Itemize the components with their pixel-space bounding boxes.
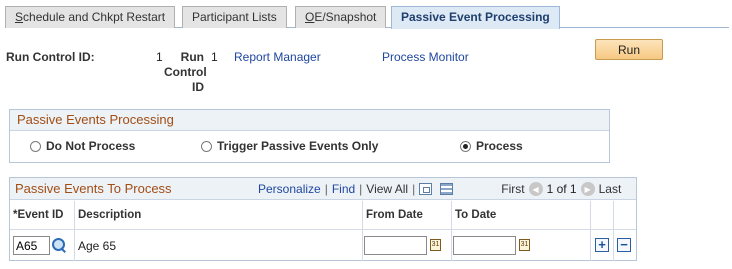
run-control-id-value: 1 <box>156 50 163 64</box>
calendar-icon[interactable]: 31 <box>519 239 530 251</box>
previous-arrow-icon[interactable]: ◀ <box>528 182 543 196</box>
next-arrow-icon[interactable]: ▶ <box>580 182 595 196</box>
passive-events-grid: Passive Events To Process Personalize | … <box>9 177 637 261</box>
nav-separator: | <box>359 182 363 196</box>
tab-label: chedule and Chkpt Restart <box>23 10 166 24</box>
run-control-id-secondary-value: 1 <box>211 50 218 64</box>
tab-bar: Schedule and Chkpt Restart Participant L… <box>5 6 729 29</box>
run-control-id-label-secondary-2: Control <box>164 65 207 79</box>
grid-header: Passive Events To Process Personalize | … <box>10 178 636 200</box>
personalize-link[interactable]: Personalize <box>258 182 321 196</box>
row-range: 1 of 1 <box>546 182 577 196</box>
nav-separator: | <box>412 182 416 196</box>
passive-events-processing-title: Passive Events Processing <box>10 110 609 131</box>
radio-do-not-process[interactable]: Do Not Process <box>30 139 135 153</box>
radio-circle-icon[interactable] <box>201 140 212 152</box>
event-description: Age 65 <box>78 239 117 253</box>
table-row: Age 65 31 31 + − <box>10 230 636 260</box>
column-header-from-date: From Date <box>366 209 423 221</box>
event-id-input[interactable] <box>13 236 50 255</box>
grid-navigation: Personalize | Find | View All | First ◀ … <box>258 182 621 196</box>
column-header-description: Description <box>78 209 142 221</box>
grid-title: Passive Events To Process <box>15 181 172 196</box>
tab-passive-event-processing[interactable]: Passive Event Processing <box>391 6 560 29</box>
tab-oe-snapshot[interactable]: OE/Snapshot <box>295 6 387 28</box>
to-date-input[interactable] <box>453 236 516 255</box>
column-header-event-id: *Event ID <box>13 209 64 221</box>
nav-separator: | <box>324 182 328 196</box>
magnifier-icon[interactable] <box>52 238 66 252</box>
radio-label: Do Not Process <box>46 139 136 153</box>
download-to-excel-icon[interactable] <box>440 183 454 195</box>
tab-label: E/Snapshot <box>314 10 377 24</box>
tab-schedule-and-chkpt-restart[interactable]: Schedule and Chkpt Restart <box>5 6 176 28</box>
tab-label-mnemonic: S <box>15 10 24 24</box>
processing-options: Do Not Process Trigger Passive Events On… <box>10 131 609 163</box>
column-header-to-date: To Date <box>455 209 497 221</box>
tab-label-mnemonic: O <box>305 10 315 24</box>
tab-participant-lists[interactable]: Participant Lists <box>182 6 287 28</box>
radio-trigger-passive-events-only[interactable]: Trigger Passive Events Only <box>201 139 378 153</box>
passive-events-processing-group: Passive Events Processing Do Not Process… <box>9 109 610 163</box>
radio-circle-icon[interactable] <box>30 140 41 152</box>
radio-process[interactable]: Process <box>460 139 523 153</box>
tab-label: Participant Lists <box>192 10 277 24</box>
run-control-id-label-secondary-3: ID <box>192 80 204 94</box>
run-control-id-label: Run Control ID: <box>6 50 95 64</box>
process-monitor-link[interactable]: Process Monitor <box>382 50 469 64</box>
grid-column-headers: *Event ID Description From Date To Date <box>10 200 636 230</box>
report-manager-link[interactable]: Report Manager <box>234 50 321 64</box>
last-label[interactable]: Last <box>599 182 622 196</box>
radio-label: Process <box>476 139 523 153</box>
run-button[interactable]: Run <box>595 39 663 60</box>
run-control-id-label-secondary-1: Run <box>180 50 204 64</box>
radio-selected-icon[interactable] <box>460 140 471 152</box>
radio-label: Trigger Passive Events Only <box>217 139 379 153</box>
from-date-input[interactable] <box>364 236 427 255</box>
tab-label: Passive Event Processing <box>401 10 550 24</box>
view-all-link[interactable]: View All <box>366 182 408 196</box>
find-link[interactable]: Find <box>332 182 355 196</box>
minus-icon[interactable]: − <box>617 238 631 252</box>
calendar-icon[interactable]: 31 <box>430 239 441 251</box>
plus-icon[interactable]: + <box>595 238 609 252</box>
zoom-grid-icon[interactable] <box>419 183 433 195</box>
first-label[interactable]: First <box>501 182 524 196</box>
